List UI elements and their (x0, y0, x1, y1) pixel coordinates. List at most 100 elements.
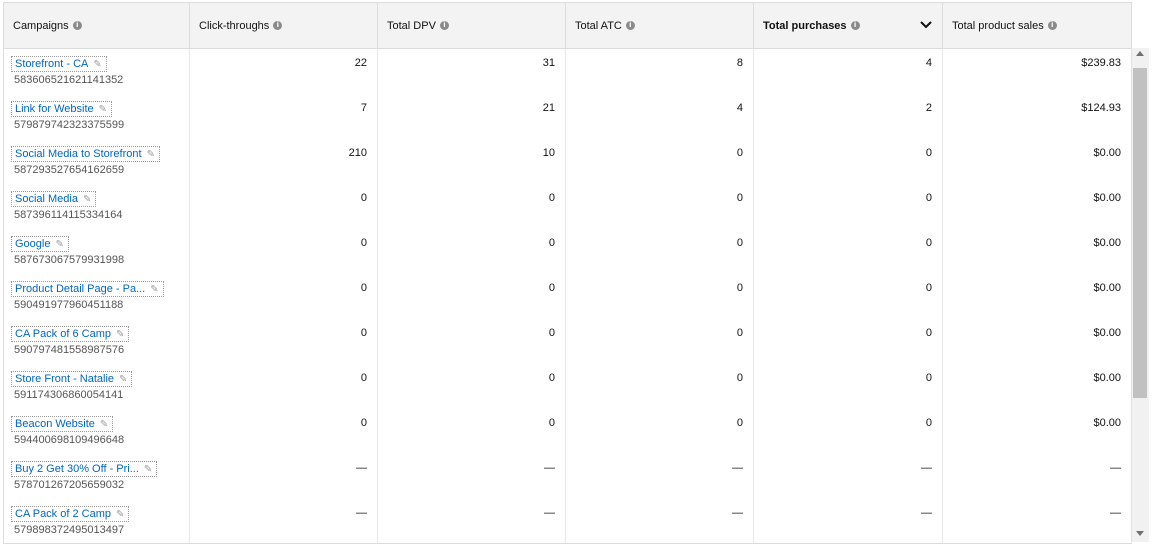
total-purchases-cell: 0 (754, 409, 943, 454)
total-dpv-cell: 21 (378, 94, 566, 139)
total-atc-cell: 0 (566, 364, 754, 409)
edit-pencil-icon[interactable]: ✎ (144, 463, 152, 477)
table-row: CA Pack of 6 Camp ✎ 590797481558987576 0 0 0 0… (4, 319, 1132, 365)
header-total-atc[interactable]: Total ATC i (566, 3, 754, 48)
vertical-scrollbar[interactable] (1131, 48, 1149, 542)
campaign-name[interactable]: Link for Website (15, 103, 94, 115)
campaign-name[interactable]: Social Media (15, 193, 78, 205)
table-header: Campaigns i Click-throughs i Total DPV i… (4, 3, 1132, 49)
table-row: Storefront - CA ✎ 583606521621141352 22 31 8 4… (4, 49, 1132, 95)
edit-pencil-icon[interactable]: ✎ (83, 193, 91, 207)
header-click-throughs[interactable]: Click-throughs i (190, 3, 378, 48)
total-dpv-cell: — (378, 454, 566, 499)
total-atc-cell: 8 (566, 49, 754, 94)
sort-chevron-down-icon[interactable] (919, 18, 933, 32)
total-product-sales-cell: $0.00 (943, 229, 1132, 274)
scroll-down-arrow-icon[interactable] (1136, 531, 1144, 536)
campaign-id: 594400698109496648 (14, 434, 125, 446)
table-row: CA Pack of 2 Camp ✎ 579898372495013497— — — —… (4, 499, 1132, 543)
total-dpv-cell: — (378, 499, 566, 543)
edit-pencil-icon[interactable]: ✎ (116, 508, 124, 522)
campaign-name-link[interactable]: Storefront - CA ✎ (11, 56, 107, 72)
total-dpv-cell: 0 (378, 319, 566, 364)
total-atc-cell: 0 (566, 409, 754, 454)
campaign-name[interactable]: Product Detail Page - Pa... (15, 283, 145, 295)
total-atc-cell: — (566, 499, 754, 543)
edit-pencil-icon[interactable]: ✎ (93, 58, 101, 72)
click-throughs-cell: 22 (190, 49, 378, 94)
total-product-sales-cell: $124.93 (943, 94, 1132, 139)
campaign-cell: CA Pack of 6 Camp ✎ 590797481558987576 (4, 319, 190, 364)
scroll-up-arrow-icon[interactable] (1136, 51, 1144, 56)
campaign-cell: Social Media to Storefront ✎ 5872935276541… (4, 139, 190, 184)
campaign-name-link[interactable]: CA Pack of 2 Camp ✎ (11, 506, 130, 522)
total-dpv-cell: 0 (378, 229, 566, 274)
campaign-name[interactable]: Store Front - Natalie (15, 373, 114, 385)
campaign-name-link[interactable]: Beacon Website ✎ (11, 416, 114, 432)
total-atc-cell: 0 (566, 319, 754, 364)
campaign-id: 583606521621141352 (14, 74, 124, 86)
info-icon[interactable]: i (850, 21, 860, 30)
edit-pencil-icon[interactable]: ✎ (150, 283, 158, 297)
campaign-name[interactable]: CA Pack of 2 Camp (15, 508, 111, 520)
edit-pencil-icon[interactable]: ✎ (119, 373, 127, 387)
total-dpv-cell: 31 (378, 49, 566, 94)
click-throughs-cell: 0 (190, 229, 378, 274)
edit-pencil-icon[interactable]: ✎ (99, 103, 107, 117)
campaign-id: 590491977960451188 (14, 299, 124, 311)
click-throughs-cell: 0 (190, 409, 378, 454)
campaign-id: 590797481558987576 (14, 344, 125, 356)
total-atc-cell: 0 (566, 274, 754, 319)
table-row: Store Front - Natalie ✎ 591174306860054141… (4, 364, 1132, 410)
header-total-product-sales-label: Total product sales (952, 19, 1044, 32)
campaign-cell: Storefront - CA ✎ 583606521621141352 (4, 49, 190, 94)
header-total-purchases-label: Total purchases (763, 19, 847, 32)
campaign-name-link[interactable]: CA Pack of 6 Camp ✎ (11, 326, 130, 342)
total-dpv-cell: 0 (378, 364, 566, 409)
edit-pencil-icon[interactable]: ✎ (147, 148, 155, 162)
campaign-name-link[interactable]: Social Media ✎ (11, 191, 97, 207)
campaign-name-link[interactable]: Social Media to Storefront ✎ (11, 146, 160, 162)
click-throughs-cell: 0 (190, 184, 378, 229)
total-atc-cell: — (566, 454, 754, 499)
header-campaigns[interactable]: Campaigns i (4, 3, 190, 48)
campaign-name[interactable]: Buy 2 Get 30% Off - Pri... (15, 463, 139, 475)
campaign-name-link[interactable]: Link for Website ✎ (11, 101, 113, 117)
campaign-name[interactable]: Storefront - CA (15, 58, 88, 70)
info-icon[interactable]: i (439, 21, 449, 30)
campaign-name[interactable]: Beacon Website (15, 418, 95, 430)
table-row: Buy 2 Get 30% Off - Pri... ✎ 5787012672056… (4, 454, 1132, 500)
campaign-name-link[interactable]: Store Front - Natalie ✎ (11, 371, 133, 387)
total-dpv-cell: 0 (378, 274, 566, 319)
campaign-name-link[interactable]: Buy 2 Get 30% Off - Pri... ✎ (11, 461, 158, 477)
campaign-name-link[interactable]: Google ✎ (11, 236, 69, 252)
total-atc-cell: 4 (566, 94, 754, 139)
total-product-sales-cell: $0.00 (943, 139, 1132, 184)
edit-pencil-icon[interactable]: ✎ (116, 328, 124, 342)
info-icon[interactable]: i (273, 21, 283, 30)
campaign-id: 587396114115334164 (14, 209, 123, 221)
campaign-name[interactable]: Google (15, 238, 50, 250)
edit-pencil-icon[interactable]: ✎ (55, 238, 63, 252)
header-total-dpv[interactable]: Total DPV i (378, 3, 566, 48)
info-icon[interactable]: i (1047, 21, 1057, 30)
total-atc-cell: 0 (566, 229, 754, 274)
total-purchases-cell: 0 (754, 184, 943, 229)
campaign-name[interactable]: CA Pack of 6 Camp (15, 328, 111, 340)
header-total-atc-label: Total ATC (575, 19, 622, 32)
campaign-name[interactable]: Social Media to Storefront (15, 148, 142, 160)
info-icon[interactable]: i (625, 21, 635, 30)
table-row: Product Detail Page - Pa... ✎ 590491977960… (4, 274, 1132, 320)
edit-pencil-icon[interactable]: ✎ (100, 418, 108, 432)
info-icon[interactable]: i (72, 21, 82, 30)
header-total-product-sales[interactable]: Total product sales i (943, 3, 1132, 48)
click-throughs-cell: — (190, 454, 378, 499)
campaign-cell: Buy 2 Get 30% Off - Pri... ✎ 5787012672056… (4, 454, 190, 499)
header-total-purchases[interactable]: Total purchases i (754, 3, 943, 48)
campaign-name-link[interactable]: Product Detail Page - Pa... ✎ (11, 281, 164, 297)
table-row: Social Media to Storefront ✎ 5872935276541… (4, 139, 1132, 185)
click-throughs-cell: 0 (190, 364, 378, 409)
scrollbar-thumb[interactable] (1133, 68, 1147, 398)
total-product-sales-cell: $0.00 (943, 409, 1132, 454)
campaign-cell: Google ✎ 587673067579931998 (4, 229, 190, 274)
